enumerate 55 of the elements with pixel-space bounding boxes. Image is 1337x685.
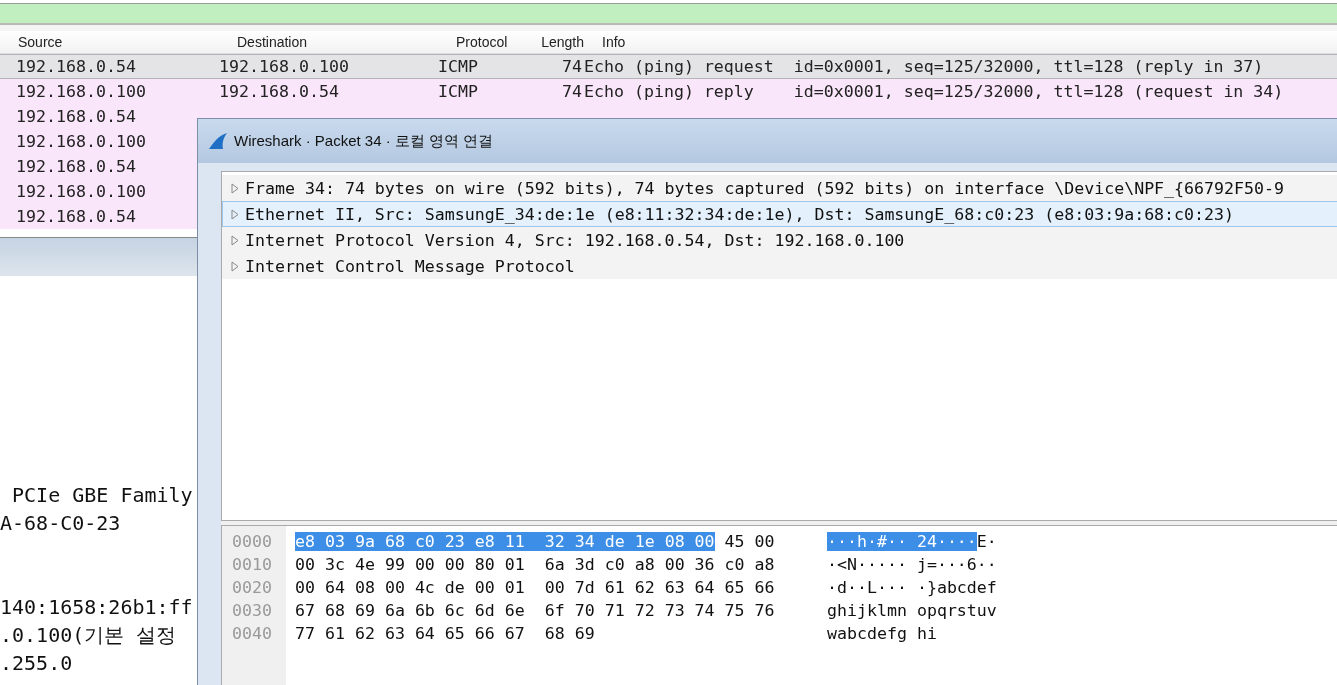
table-cell: 192.168.0.54 [219,82,339,101]
ascii-text: ·<N····· j=···6·· [827,555,997,574]
ascii-text: ghijklmn opqrstuv [827,601,997,620]
table-cell: ICMP [438,57,478,76]
hex-bytes: 45 00 [723,532,775,551]
ascii-text: wabcdefg hi [827,624,937,643]
table-cell: Echo (ping) reply id=0x0001, seq=125/32000, ttl=128 (request in 34) [584,82,1284,101]
hex-bytes: 00 64 08 00 4c de 00 01 00 7d 61 62 63 64 65 66 [295,578,775,597]
hex-bytes: 67 68 69 6a 6b 6c 6d 6e 6f 70 71 72 73 74 75 76 [295,601,775,620]
console-line: PCIe GBE Family [11,482,193,509]
table-cell-text: 74 [562,57,583,76]
offset-label: 0000 [231,531,273,553]
tree-item[interactable]: Internet Control Message Protocol [222,253,1337,279]
hex-bytes: 00 3c 4e 99 00 00 80 01 6a 3d c0 a8 00 36 c0 a8 [295,555,775,574]
table-cell: ICMP [438,82,478,101]
tree-item[interactable]: Ethernet II, Src: SamsungE_34:de:1e (e8:11:32:34:de:1e), Dst: SamsungE_68:c0:23 (e8:03:9a:68:c0:23) [222,201,1337,227]
expand-arrow-icon[interactable] [231,182,239,194]
table-cell: 192.168.0.100 [219,57,349,76]
console-line: .0.100(기본 설정 [0,622,177,649]
table-cell: 192.168.0.100 [16,82,146,101]
display-filter-bar[interactable] [0,3,1337,25]
tree-item[interactable]: Internet Protocol Version 4, Src: 192.168.0.54, Dst: 192.168.0.100 [222,227,1337,253]
column-header[interactable]: Info [584,34,1337,50]
table-cell: 192.168.0.100 [16,132,146,151]
table-cell: Echo (ping) request id=0x0001, seq=125/32000, ttl=128 (reply in 37) [584,57,1264,76]
expand-arrow-icon[interactable] [231,208,239,220]
ascii-text: ·d··L··· ·}abcdef [827,578,997,597]
ascii-text: E· [976,532,997,551]
table-cell: 192.168.0.100 [16,182,146,201]
ascii-text: ···h·#·· 24···· [827,532,977,551]
console-line: A-68-C0-23 [0,510,121,537]
column-header[interactable]: Destination [219,34,438,50]
expand-arrow-icon[interactable] [231,260,239,272]
hex-bytes: 77 61 62 63 64 65 66 67 68 69 [295,624,595,643]
offset-label: 0020 [231,577,273,599]
expand-arrow-icon[interactable] [231,234,239,246]
console-line: 140:1658:26b1:ff [0,594,193,621]
console-line: .255.0 [0,650,73,677]
offset-label: 0040 [231,623,273,645]
offset-label: 0030 [231,600,273,622]
offset-label: 0010 [231,554,273,576]
packet-row[interactable]: 192.168.0.54 192.168.0.100 ICMP 74Echo (ping) request id=0x0001, seq=125/32000, ttl=128 (reply in 37) [0,54,1337,79]
tree-item[interactable]: Frame 34: 74 bytes on wire (592 bits), 74 bytes captured (592 bits) on interface \Device\NPF_{66792F50-9 [222,175,1337,201]
window-title: Wireshark · Packet 34 · 로컬 영역 연결 [234,131,494,151]
column-header[interactable]: Length [522,34,584,50]
column-header[interactable]: Protocol [438,34,522,50]
hex-bytes: e8 03 9a 68 c0 23 e8 11 32 34 de 1e 08 00 [295,532,715,551]
shark-fin-icon [208,132,228,150]
table-cell-text: 74 [562,82,583,101]
column-header[interactable]: Source [0,34,219,50]
table-cell: 192.168.0.54 [16,207,136,226]
table-cell: 192.168.0.54 [16,157,136,176]
packet-row[interactable]: 192.168.0.100 192.168.0.54 ICMP 74Echo (ping) reply id=0x0001, seq=125/32000, ttl=128 (request in 34) [0,79,1337,104]
table-cell: 192.168.0.54 [16,107,136,126]
table-cell: 192.168.0.54 [16,57,136,76]
